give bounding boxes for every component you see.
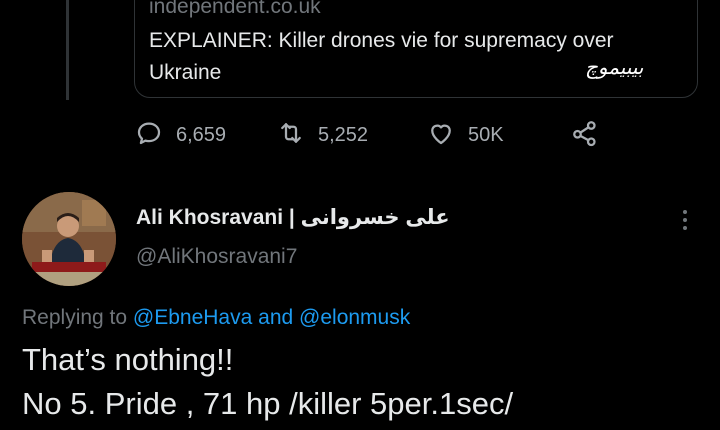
like-button[interactable]: 50K xyxy=(426,117,504,153)
link-preview-card[interactable]: independent.co.uk EXPLAINER: Killer dron… xyxy=(134,0,698,98)
link-domain: independent.co.uk xyxy=(149,0,321,18)
mention-and-text: and xyxy=(258,306,294,329)
like-count: 50K xyxy=(468,123,504,146)
share-button[interactable] xyxy=(570,117,600,153)
tweet-action-bar: 6,659 5,252 50K xyxy=(134,117,614,153)
retweet-icon xyxy=(276,118,306,153)
avatar[interactable] xyxy=(22,192,116,286)
author-handle[interactable]: @AliKhosravani7 xyxy=(136,245,297,269)
reply-icon xyxy=(134,118,164,153)
more-icon xyxy=(676,210,694,239)
replying-to-context: Replying to @EbneHava and @elonmusk xyxy=(22,306,410,330)
author-name[interactable]: Ali Khosravani | علی خسروانی xyxy=(136,205,450,230)
mention-link-1[interactable]: @EbneHava xyxy=(133,306,252,329)
thread-connector-line xyxy=(66,0,69,100)
replying-to-label: Replying to xyxy=(22,306,128,329)
tweet-text-line-2: No 5. Pride , 71 hp /killer 5per.1sec/ xyxy=(22,386,514,421)
mention-link-2[interactable]: @elonmusk xyxy=(299,306,410,329)
tweet-text: That’s nothing!! No 5. Pride , 71 hp /ki… xyxy=(22,338,712,426)
reply-count: 6,659 xyxy=(176,123,227,146)
reply-button[interactable]: 6,659 xyxy=(134,117,226,153)
more-options-button[interactable] xyxy=(676,205,694,235)
share-icon xyxy=(570,118,600,153)
watermark: بیبیموچ xyxy=(585,55,644,79)
retweet-count: 5,252 xyxy=(318,123,369,146)
heart-icon xyxy=(426,118,456,153)
tweet-text-line-1: That’s nothing!! xyxy=(22,342,234,377)
retweet-button[interactable]: 5,252 xyxy=(276,117,368,153)
